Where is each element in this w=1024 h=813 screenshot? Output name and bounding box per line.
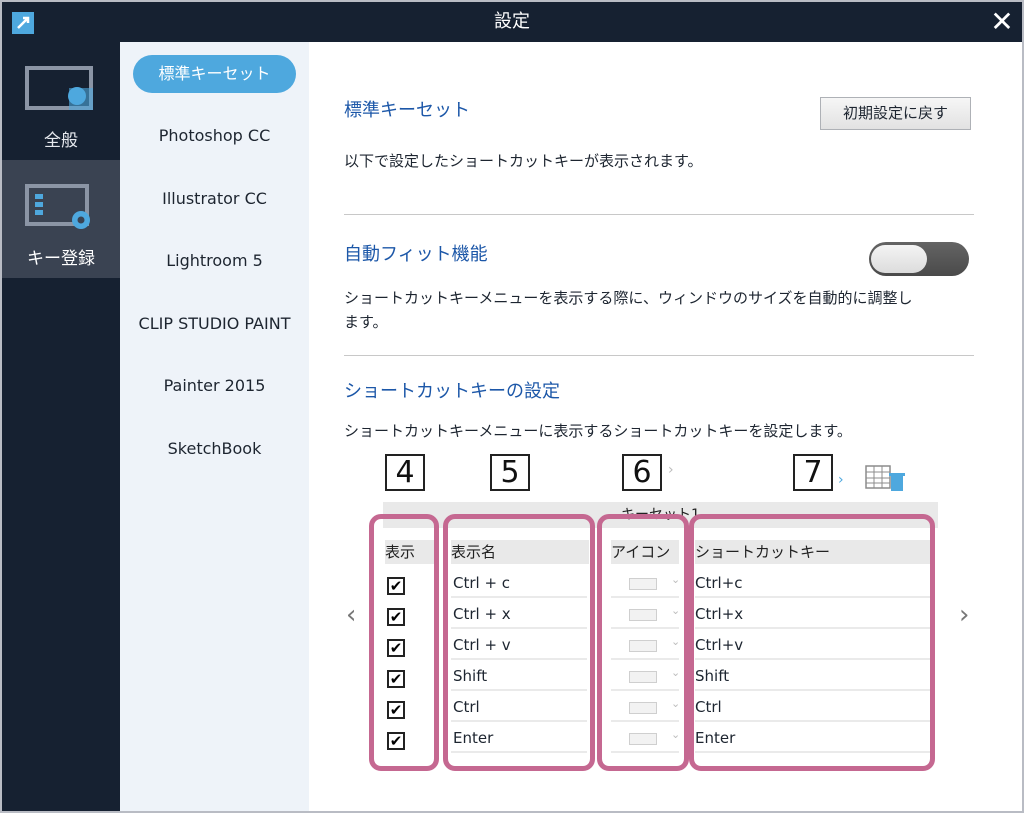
preset-item-painter[interactable]: Painter 2015	[120, 367, 309, 405]
nav-item-key-registration-label: キー登録	[27, 249, 95, 269]
preset-item-clip-studio[interactable]: CLIP STUDIO PAINT	[120, 305, 309, 343]
standard-keyset-title: 標準キーセット	[344, 100, 470, 121]
callout-5: 5	[490, 454, 530, 491]
autofit-desc-line1: ショートカットキーメニューを表示する際に、ウィンドウのサイズを自動的に調整し	[344, 289, 913, 307]
window-title: 設定	[494, 11, 530, 32]
highlight-name-column	[443, 514, 595, 771]
nav-item-general[interactable]: 全般	[2, 42, 120, 160]
preset-item-photoshop[interactable]: Photoshop CC	[120, 117, 309, 155]
autofit-toggle[interactable]	[869, 242, 969, 276]
key-registration-icon	[25, 184, 90, 229]
callout-6: 6	[622, 454, 662, 491]
callout-4: 4	[385, 454, 425, 491]
shortcut-table: キーセット1 表示 表示名 アイコン ショートカットキー ✔ Ctrl + c …	[369, 502, 938, 771]
next-page-icon[interactable]: ›	[959, 600, 969, 630]
toggle-knob	[871, 245, 927, 273]
main-panel: 標準キーセット 初期設定に戻す 以下で設定したショートカットキーが表示されます。…	[309, 42, 1022, 811]
highlight-icon-column	[597, 514, 689, 771]
autofit-title: 自動フィット機能	[344, 244, 488, 265]
shortcut-settings-desc: ショートカットキーメニューに表示するショートカットキーを設定します。	[344, 422, 852, 440]
chevron-right-icon: ›	[668, 462, 674, 478]
general-settings-icon	[25, 66, 93, 110]
reset-defaults-button[interactable]: 初期設定に戻す	[820, 97, 971, 130]
prev-page-icon[interactable]: ‹	[346, 600, 356, 630]
title-bar: 設定 ✕	[2, 2, 1022, 42]
divider	[344, 355, 974, 356]
settings-window: 設定 ✕ 全般 キー登録 標準キーセット Photoshop CC Illust…	[0, 0, 1024, 813]
highlight-show-column	[369, 514, 439, 771]
autofit-desc-line2: ます。	[344, 313, 388, 331]
highlight-shortcut-column	[689, 514, 935, 771]
nav-item-key-registration[interactable]: キー登録	[2, 160, 120, 278]
preset-list: 標準キーセット Photoshop CC Illustrator CC Ligh…	[120, 42, 309, 811]
shortcut-settings-title: ショートカットキーの設定	[344, 381, 560, 402]
callout-7: 7	[793, 454, 833, 491]
standard-keyset-desc: 以下で設定したショートカットキーが表示されます。	[344, 152, 703, 170]
preset-item-illustrator[interactable]: Illustrator CC	[120, 180, 309, 218]
left-nav: 全般 キー登録	[2, 42, 120, 811]
close-icon[interactable]: ✕	[986, 6, 1018, 38]
delete-keyset-icon[interactable]	[865, 462, 905, 494]
chevron-right-icon: ›	[838, 472, 844, 488]
preset-item-lightroom[interactable]: Lightroom 5	[120, 242, 309, 280]
preset-item-sketchbook[interactable]: SketchBook	[120, 430, 309, 468]
nav-item-general-label: 全般	[44, 131, 78, 151]
divider	[344, 214, 974, 215]
preset-item-standard[interactable]: 標準キーセット	[133, 55, 296, 93]
